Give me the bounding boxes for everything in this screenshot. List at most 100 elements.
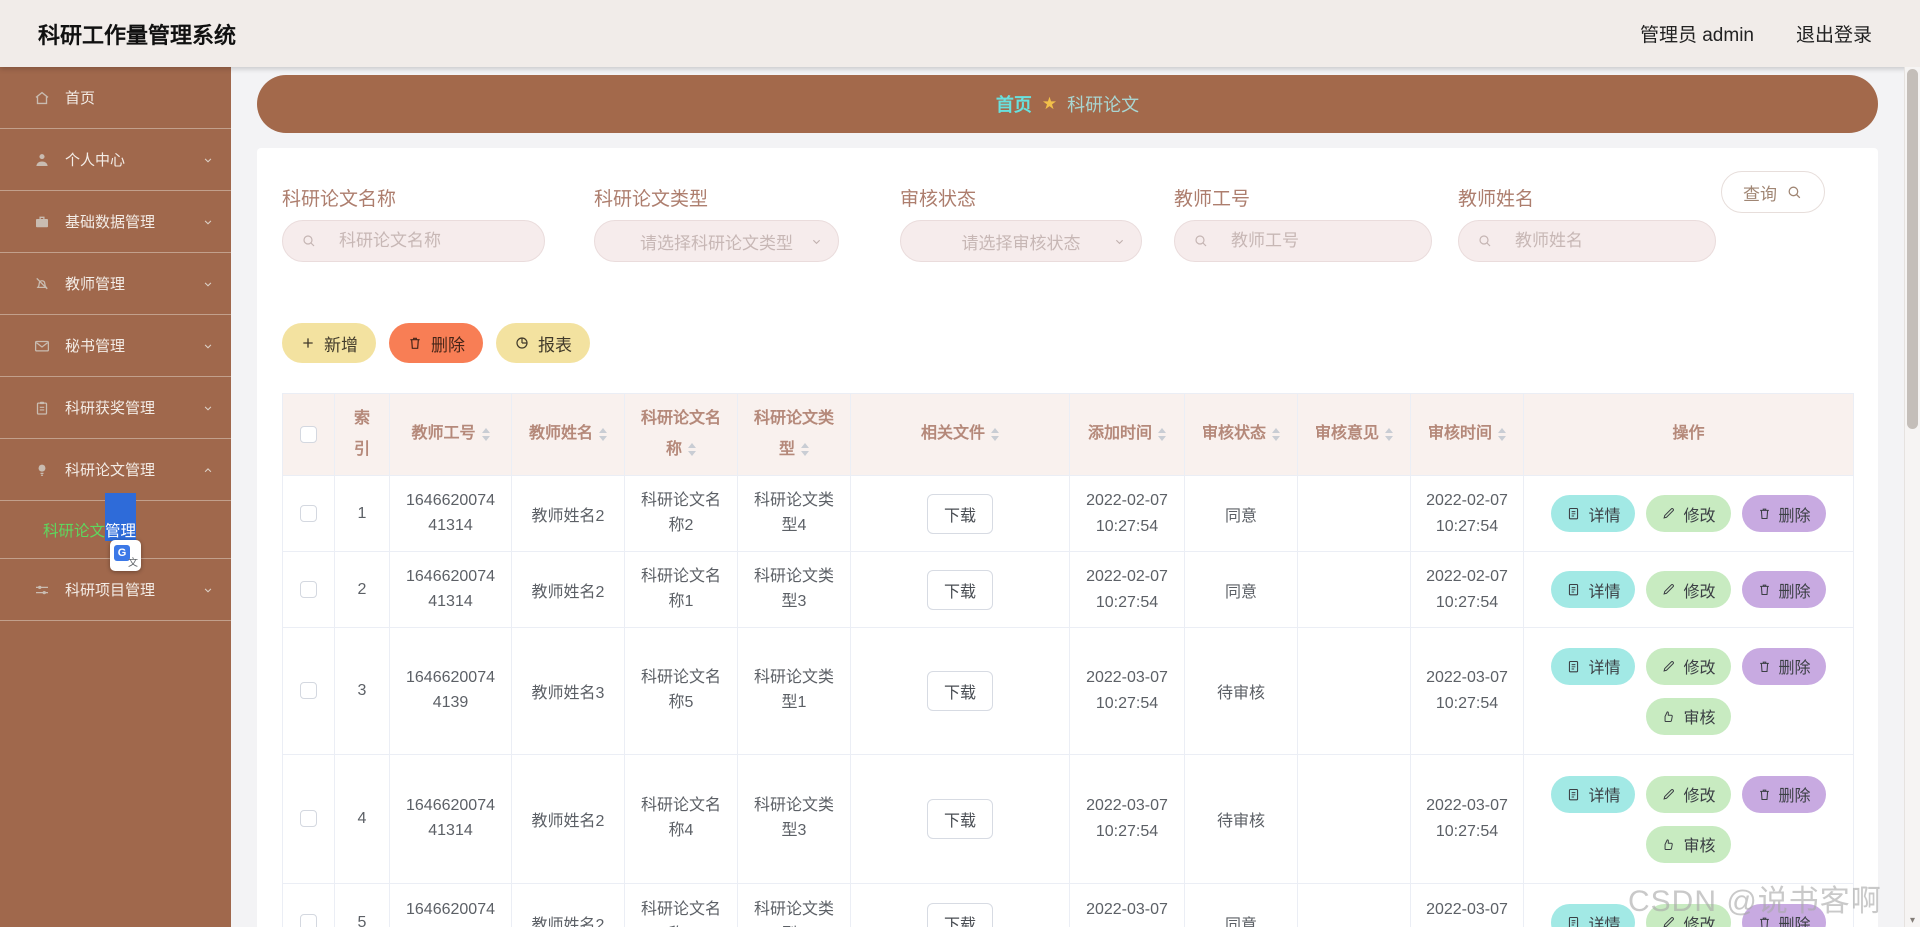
cell-paper-name: 科研论文名称3 [624,883,738,927]
document-icon [1569,660,1579,672]
search-icon [1479,235,1491,247]
filter-label: 科研论文类型 [594,189,709,210]
remove-button[interactable]: 删除 [1741,647,1826,685]
edit-button[interactable]: 修改 [1646,571,1731,608]
sort-caret-icon[interactable] [1498,424,1506,445]
col-header-file[interactable]: 相关文件 [850,393,1070,476]
col-header-index: 索引 [334,393,390,476]
download-button[interactable]: 下载 [927,902,993,927]
review-button[interactable]: 审核 [1646,697,1731,735]
sidebar-item-paper-mgmt[interactable]: 科研论文管理 [0,439,231,501]
chevron-down-icon [204,219,212,224]
app-title: 科研工作量管理系统 [38,22,237,48]
cell-teacher-id: 164662007441314 [389,754,512,884]
remove-button[interactable]: 删除 [1741,571,1826,608]
cell-teacher-name: 教师姓名2 [511,754,625,884]
sidebar-item-basic-data[interactable]: 基础数据管理 [0,191,231,253]
download-button[interactable]: 下载 [927,569,993,610]
submenu-label-part: 科研论文 [43,522,106,540]
cell-paper-name: 科研论文名称4 [624,754,738,884]
row-checkbox[interactable] [300,913,317,927]
sidebar-item-award-mgmt[interactable]: 科研获奖管理 [0,377,231,439]
delete-button[interactable]: 删除 [389,323,483,363]
detail-button[interactable]: 详情 [1551,647,1636,685]
cell-status: 同意 [1184,475,1298,552]
cell-paper-name: 科研论文名称1 [624,551,738,628]
col-header-status[interactable]: 审核状态 [1184,393,1298,476]
col-header-review-time[interactable]: 审核时间 [1410,393,1524,476]
edit-button[interactable]: 修改 [1646,775,1731,813]
breadcrumb-current: 科研论文 [1067,95,1140,115]
col-header-paper-type[interactable]: 科研论文类型 [737,393,851,476]
breadcrumb-home-link[interactable]: 首页 [996,91,1032,117]
toolbar: 新增 删除 报表 [282,323,1853,363]
cell-index: 5 [334,883,390,927]
chevron-down-icon [204,281,212,286]
cell-teacher-id: 16466200744139 [389,627,512,755]
sidebar-item-profile[interactable]: 个人中心 [0,129,231,191]
edit-button[interactable]: 修改 [1646,647,1731,685]
review-button[interactable]: 审核 [1646,825,1731,863]
sort-caret-icon[interactable] [991,424,999,445]
cell-added-time: 2022-03-07 10:27:54 [1069,627,1185,755]
detail-button[interactable]: 详情 [1551,571,1636,608]
col-header-paper-name[interactable]: 科研论文名称 [624,393,738,476]
scrollbar-down-arrow-icon[interactable]: ▾ [1905,915,1920,926]
sort-caret-icon[interactable] [1385,424,1393,445]
detail-button[interactable]: 详情 [1551,904,1636,927]
edit-button[interactable]: 修改 [1646,495,1731,532]
logout-link[interactable]: 退出登录 [1796,20,1872,47]
chevron-down-icon [204,587,212,592]
teacher-name-input[interactable] [1515,231,1665,251]
submenu-label-selected: 管理 [105,518,137,541]
col-header-teacher-id[interactable]: 教师工号 [389,393,512,476]
chevron-down-icon [204,343,212,348]
download-button[interactable]: 下载 [927,799,993,839]
sort-caret-icon[interactable] [599,424,607,445]
sort-caret-icon[interactable] [688,439,696,460]
sidebar-item-label: 教师管理 [65,276,126,293]
trash-icon [410,337,420,349]
sort-caret-icon[interactable] [481,424,490,445]
vertical-scrollbar[interactable]: ▾ [1904,67,1920,927]
sidebar-item-home[interactable]: 首页 [0,67,231,129]
paper-type-select[interactable]: 请选择科研论文类型 [594,220,839,262]
sort-caret-icon[interactable] [801,439,809,460]
review-status-select[interactable]: 请选择审核状态 [900,220,1142,262]
table-row: 2 164662007441314 教师姓名2 科研论文名称1 科研论文类型3 … [282,551,1854,628]
query-button[interactable]: 查询 [1721,171,1825,213]
paper-name-input[interactable] [339,231,489,251]
sidebar-item-label: 个人中心 [65,152,126,169]
main-content: 首页 ★ 科研论文 科研论文名称 科研论文类型 请选择科研论文类型 审核 [231,67,1904,927]
col-header-teacher-name[interactable]: 教师姓名 [511,393,625,476]
remove-button[interactable]: 删除 [1741,775,1826,813]
remove-button[interactable]: 删除 [1741,495,1826,532]
translate-popup[interactable]: G 文 [110,540,141,571]
detail-button[interactable]: 详情 [1551,775,1636,813]
download-button[interactable]: 下载 [927,671,993,711]
row-checkbox[interactable] [300,504,317,522]
col-header-added[interactable]: 添加时间 [1069,393,1185,476]
row-checkbox[interactable] [300,682,317,700]
sort-caret-icon[interactable] [1272,424,1280,445]
sort-caret-icon[interactable] [1158,424,1166,445]
select-all-checkbox[interactable] [300,425,317,443]
row-checkbox[interactable] [300,810,317,828]
cell-opinion [1297,754,1411,884]
sidebar-item-secretary-mgmt[interactable]: 秘书管理 [0,315,231,377]
cell-teacher-id: 164662007441314 [389,551,512,628]
current-user[interactable]: 管理员 admin [1640,20,1754,47]
cell-added-time: 2022-02-07 10:27:54 [1069,551,1185,628]
report-button[interactable]: 报表 [496,323,590,363]
sidebar: 首页 个人中心 基础数据管理 教师管理 秘书管理 科研获奖管理 科研论文管理 科… [0,67,231,927]
teacher-id-input[interactable] [1231,231,1381,251]
download-button[interactable]: 下载 [927,493,993,534]
detail-button[interactable]: 详情 [1551,495,1636,532]
sidebar-item-teacher-mgmt[interactable]: 教师管理 [0,253,231,315]
scrollbar-thumb[interactable] [1907,69,1918,429]
col-header-opinion[interactable]: 审核意见 [1297,393,1411,476]
search-icon [1195,235,1207,247]
add-button[interactable]: 新增 [282,323,376,363]
row-checkbox[interactable] [300,580,317,598]
clipboard-icon [36,401,48,415]
